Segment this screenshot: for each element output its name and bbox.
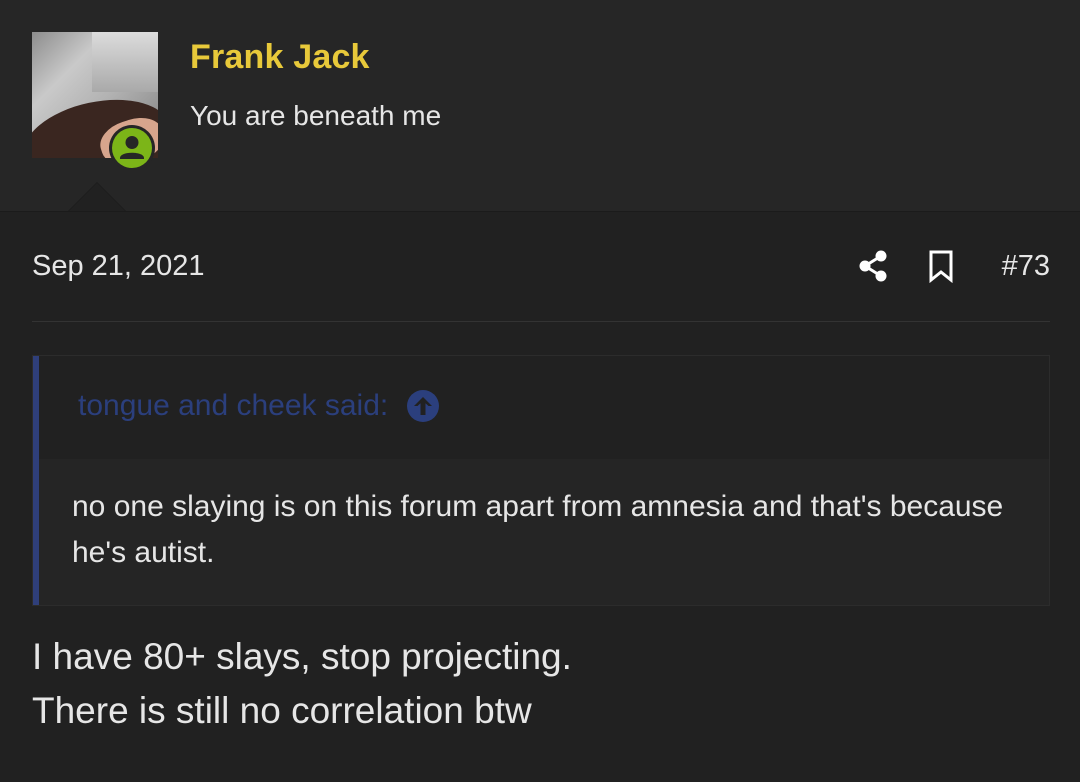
share-icon[interactable] (856, 249, 890, 283)
quote-author-link[interactable]: tongue and cheek said: (78, 389, 440, 423)
user-title: You are beneath me (190, 100, 442, 131)
header-divider (0, 211, 1080, 212)
post-body: I have 80+ slays, stop projecting. There… (32, 630, 1042, 738)
user-header: Frank Jack You are beneath me (0, 0, 1080, 212)
quote-text: no one slaying is on this forum apart fr… (72, 490, 1004, 569)
post-body-line: I have 80+ slays, stop projecting. (32, 636, 572, 677)
forum-post: Frank Jack You are beneath me Sep 21, 20… (0, 0, 1080, 782)
quote-block: tongue and cheek said: no one slaying is… (32, 355, 1050, 606)
bookmark-icon[interactable] (926, 249, 956, 283)
post-date[interactable]: Sep 21, 2021 (32, 250, 205, 283)
online-status-badge (109, 125, 155, 171)
user-icon (112, 128, 152, 168)
post-body-line: There is still no correlation btw (32, 690, 532, 731)
pointer (68, 183, 126, 212)
arrow-up-circle-icon[interactable] (406, 389, 440, 423)
avatar-background (92, 32, 158, 92)
quote-author-text: tongue and cheek said: (78, 389, 389, 422)
quote-header: tongue and cheek said: (39, 356, 1049, 459)
post-number[interactable]: #73 (1002, 250, 1050, 283)
meta-divider (32, 321, 1050, 322)
post-actions: #73 (856, 244, 1050, 288)
username[interactable]: Frank Jack (190, 38, 370, 77)
